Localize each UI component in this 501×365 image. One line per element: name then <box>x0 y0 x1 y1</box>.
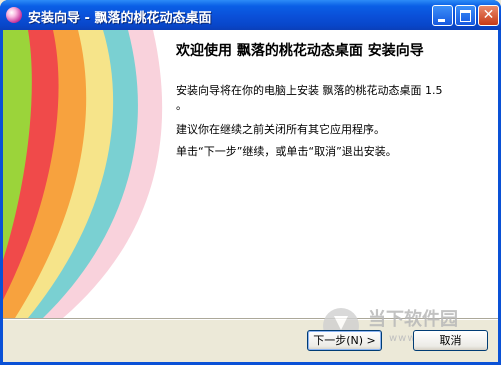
install-description: 安装向导将在你的电脑上安装 飘落的桃花动态桌面 1.5 <box>176 84 443 97</box>
window-title: 安装向导 - 飘落的桃花动态桌面 <box>28 11 212 26</box>
close-apps-advice: 建议你在继续之前关闭所有其它应用程序。 <box>176 123 385 136</box>
close-button[interactable]: ✕ <box>478 5 499 26</box>
continue-instructions: 单击“下一步”继续，或单击“取消”退出安装。 <box>176 145 397 158</box>
welcome-panel: 欢迎使用 飘落的桃花动态桌面 安装向导 安装向导将在你的电脑上安装 飘落的桃花动… <box>3 30 498 318</box>
maximize-button[interactable] <box>455 5 476 26</box>
minimize-button[interactable] <box>432 5 453 26</box>
cancel-button[interactable]: 取消 <box>413 330 488 351</box>
watermark-text: 当下软件园 <box>368 309 458 330</box>
next-button[interactable]: 下一步(N) > <box>307 330 382 351</box>
install-description-end: 。 <box>176 99 187 112</box>
close-icon: ✕ <box>482 7 495 23</box>
installer-window: 安装向导 - 飘落的桃花动态桌面 ✕ 欢迎使用 飘落的桃花动态桌面 安装向导 安… <box>0 0 501 365</box>
app-icon <box>6 7 22 23</box>
sidebar-art <box>3 30 163 318</box>
client-area: 欢迎使用 飘落的桃花动态桌面 安装向导 安装向导将在你的电脑上安装 飘落的桃花动… <box>3 30 498 362</box>
title-bar[interactable]: 安装向导 - 飘落的桃花动态桌面 ✕ <box>0 0 501 30</box>
welcome-heading: 欢迎使用 飘落的桃花动态桌面 安装向导 <box>176 43 424 59</box>
